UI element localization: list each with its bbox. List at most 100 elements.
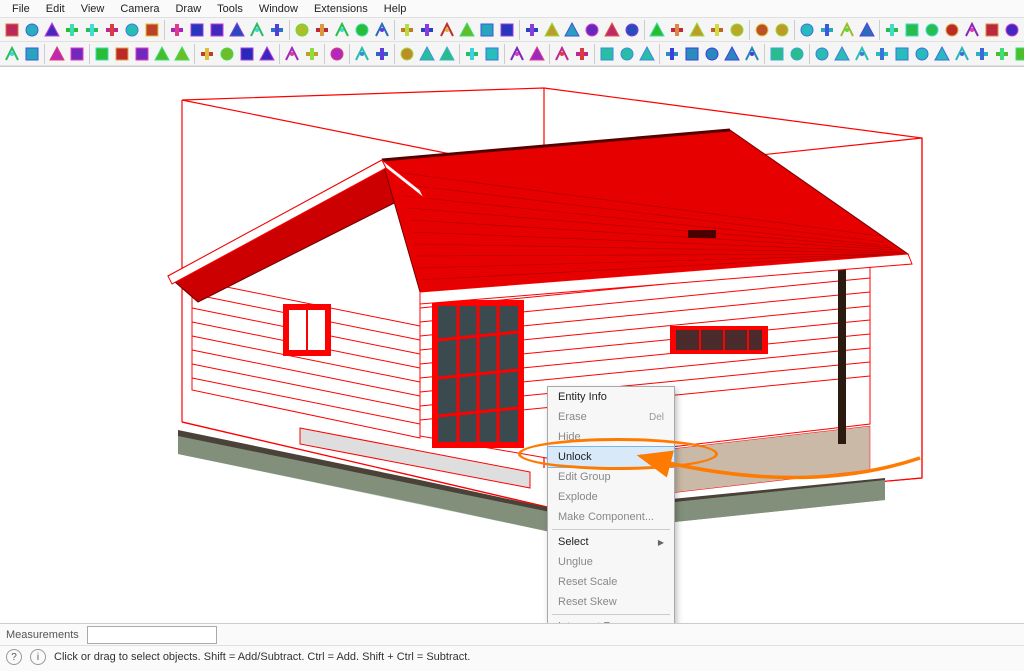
tool-circ2[interactable] xyxy=(153,44,171,64)
tool-reload[interactable] xyxy=(943,20,961,40)
tool-ext4[interactable] xyxy=(873,44,891,64)
tool-shaded[interactable] xyxy=(688,20,706,40)
tool-settings[interactable] xyxy=(1003,20,1021,40)
viewport[interactable]: Entity InfoEraseDelHideUnlockEdit GroupE… xyxy=(0,68,1024,623)
tool-style1[interactable] xyxy=(768,44,786,64)
tool-followme[interactable] xyxy=(268,20,286,40)
ctx-entity-info[interactable]: Entity Info xyxy=(548,387,674,407)
measurements-input[interactable] xyxy=(87,626,217,644)
tool-right[interactable] xyxy=(858,20,876,40)
tool-pushpull[interactable] xyxy=(248,20,266,40)
tool-rectangle[interactable] xyxy=(103,20,121,40)
tool-section[interactable] xyxy=(438,44,456,64)
tool-intersect[interactable] xyxy=(528,44,546,64)
tool-protractor[interactable] xyxy=(313,20,331,40)
tool-ext2[interactable] xyxy=(833,44,851,64)
tool-mono[interactable] xyxy=(728,20,746,40)
tool-plugin3[interactable] xyxy=(923,20,941,40)
tool-rotate[interactable] xyxy=(188,20,206,40)
tool-iso[interactable] xyxy=(798,20,816,40)
tool-text2[interactable] xyxy=(353,44,371,64)
tool-orbit[interactable] xyxy=(398,20,416,40)
tool-line[interactable] xyxy=(63,20,81,40)
tool-pb1[interactable] xyxy=(663,44,681,64)
tool-follow2[interactable] xyxy=(303,44,321,64)
ctx-unlock[interactable]: Unlock xyxy=(547,446,675,468)
tool-pencil[interactable] xyxy=(93,44,111,64)
tool-offset2[interactable] xyxy=(258,44,276,64)
tool-ext6[interactable] xyxy=(913,44,931,64)
tool-lasso[interactable] xyxy=(23,20,41,40)
tool-plugin2[interactable] xyxy=(903,20,921,40)
tool-zoomwin[interactable] xyxy=(458,20,476,40)
context-menu[interactable]: Entity InfoEraseDelHideUnlockEdit GroupE… xyxy=(547,386,675,623)
tool-dimension[interactable] xyxy=(353,20,371,40)
tool-plug[interactable] xyxy=(983,20,1001,40)
tool-component[interactable] xyxy=(523,20,541,40)
tool-tape[interactable] xyxy=(293,20,311,40)
menu-file[interactable]: File xyxy=(4,2,38,16)
tool-push2[interactable] xyxy=(283,44,301,64)
tool-styles[interactable] xyxy=(623,20,641,40)
tool-scale[interactable] xyxy=(208,20,226,40)
tool-pb3[interactable] xyxy=(703,44,721,64)
tool-zoomext2[interactable] xyxy=(483,44,501,64)
tool-style2[interactable] xyxy=(788,44,806,64)
tool-shadedtex[interactable] xyxy=(708,20,726,40)
menu-edit[interactable]: Edit xyxy=(38,2,73,16)
tool-rect2[interactable] xyxy=(133,44,151,64)
menu-window[interactable]: Window xyxy=(251,2,306,16)
tool-prev[interactable] xyxy=(498,20,516,40)
tool-plugin1[interactable] xyxy=(883,20,901,40)
menu-tools[interactable]: Tools xyxy=(209,2,251,16)
menu-draw[interactable]: Draw xyxy=(167,2,209,16)
tool-outliner[interactable] xyxy=(563,20,581,40)
tool-sandbox1[interactable] xyxy=(598,44,616,64)
tool-look[interactable] xyxy=(418,44,436,64)
tool-fog[interactable] xyxy=(773,20,791,40)
tool-rot2[interactable] xyxy=(218,44,236,64)
tool-ext11[interactable] xyxy=(1013,44,1024,64)
tool-circle[interactable] xyxy=(123,20,141,40)
tool-select[interactable] xyxy=(3,20,21,40)
menu-camera[interactable]: Camera xyxy=(112,2,167,16)
tool-freehand[interactable] xyxy=(83,20,101,40)
tool-pb4[interactable] xyxy=(723,44,741,64)
tool-3dtext[interactable] xyxy=(373,44,391,64)
tool-eraser[interactable] xyxy=(43,20,61,40)
ctx-select[interactable]: Select▶ xyxy=(548,532,674,552)
menu-help[interactable]: Help xyxy=(376,2,415,16)
tool-pb5[interactable] xyxy=(743,44,761,64)
tool-offset[interactable] xyxy=(228,20,246,40)
tool-eraser2[interactable] xyxy=(48,44,66,64)
tool-shadow[interactable] xyxy=(753,20,771,40)
tool-poly[interactable] xyxy=(173,44,191,64)
tool-move2[interactable] xyxy=(198,44,216,64)
tool-ext1[interactable] xyxy=(813,44,831,64)
tool-solid1[interactable] xyxy=(553,44,571,64)
tool-sandbox2[interactable] xyxy=(618,44,636,64)
tool-xray[interactable] xyxy=(648,20,666,40)
tool-tape2[interactable] xyxy=(328,44,346,64)
menu-view[interactable]: View xyxy=(73,2,113,16)
tool-ext3[interactable] xyxy=(853,44,871,64)
tool-zoomext[interactable] xyxy=(478,20,496,40)
tool-ext8[interactable] xyxy=(953,44,971,64)
tool-text[interactable] xyxy=(373,20,391,40)
tool-explode[interactable] xyxy=(508,44,526,64)
tool-arc2[interactable] xyxy=(113,44,131,64)
tool-arc[interactable] xyxy=(143,20,161,40)
help-icon[interactable]: ? xyxy=(6,649,22,665)
tool-paint[interactable] xyxy=(68,44,86,64)
tool-undo2[interactable] xyxy=(963,20,981,40)
tool-materials[interactable] xyxy=(603,20,621,40)
tool-pan[interactable] xyxy=(418,20,436,40)
tool-move[interactable] xyxy=(168,20,186,40)
tool-zoom2[interactable] xyxy=(3,44,21,64)
menu-extensions[interactable]: Extensions xyxy=(306,2,376,16)
tool-zoom[interactable] xyxy=(438,20,456,40)
tool-layers[interactable] xyxy=(583,20,601,40)
tool-pb2[interactable] xyxy=(683,44,701,64)
tool-top[interactable] xyxy=(818,20,836,40)
tool-group[interactable] xyxy=(543,20,561,40)
